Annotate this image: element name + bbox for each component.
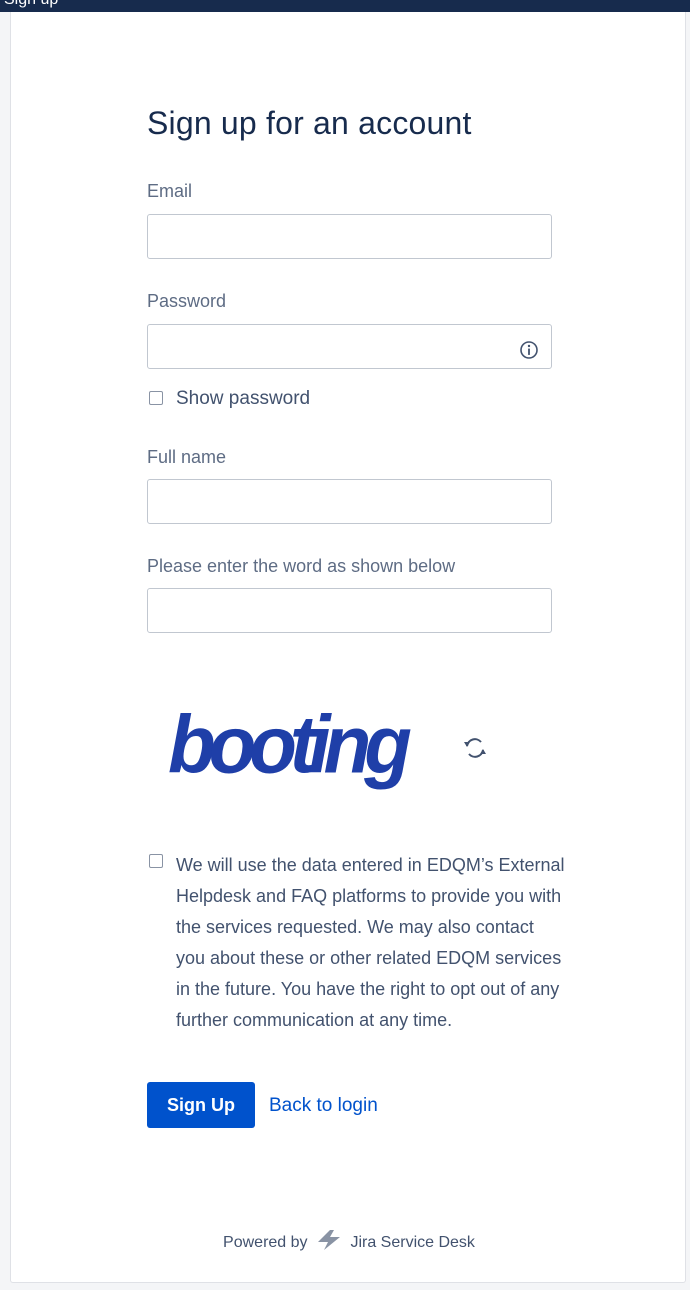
consent-text: We will use the data entered in EDQM’s E… bbox=[176, 855, 565, 1030]
top-bar: Sign up bbox=[0, 0, 690, 12]
fullname-label: Full name bbox=[147, 447, 227, 467]
info-icon[interactable] bbox=[518, 339, 540, 361]
signup-card: Sign up for an account Email Password Sh… bbox=[10, 12, 686, 1283]
page-title: Sign up for an account bbox=[147, 105, 472, 141]
password-field[interactable] bbox=[147, 324, 552, 369]
sign-up-button[interactable]: Sign Up bbox=[147, 1082, 255, 1128]
consent-checkbox[interactable] bbox=[149, 854, 163, 868]
email-field[interactable] bbox=[147, 214, 552, 259]
password-label: Password bbox=[147, 291, 227, 311]
top-bar-title: Sign up bbox=[4, 0, 58, 9]
captcha-word: booting bbox=[168, 699, 411, 790]
captcha-label: Please enter the word as shown below bbox=[147, 556, 456, 576]
footer: Powered by Jira Service Desk bbox=[11, 1230, 687, 1252]
captcha-input[interactable] bbox=[147, 588, 552, 633]
fullname-field[interactable] bbox=[147, 479, 552, 524]
powered-by-text: Powered by bbox=[223, 1234, 308, 1251]
jira-bolt-icon bbox=[318, 1230, 340, 1250]
email-label: Email bbox=[147, 181, 193, 201]
refresh-icon[interactable] bbox=[461, 734, 489, 762]
show-password-label: Show password bbox=[176, 388, 311, 409]
product-name[interactable]: Jira Service Desk bbox=[350, 1234, 474, 1251]
show-password-checkbox[interactable] bbox=[149, 391, 163, 405]
back-to-login-link[interactable]: Back to login bbox=[269, 1095, 378, 1117]
captcha-image: booting bbox=[168, 699, 418, 790]
